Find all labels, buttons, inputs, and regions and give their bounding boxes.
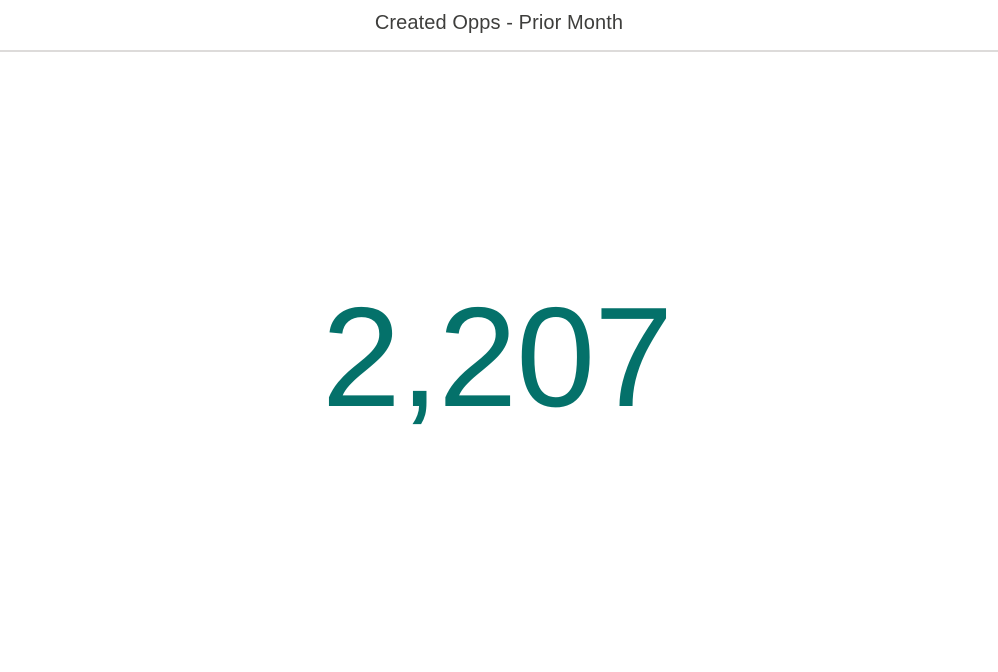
metric-widget: Created Opps - Prior Month 2,207 bbox=[0, 0, 998, 672]
widget-body: 2,207 bbox=[0, 52, 998, 672]
widget-header: Created Opps - Prior Month bbox=[0, 0, 998, 52]
widget-title: Created Opps - Prior Month bbox=[374, 11, 624, 34]
metric-value[interactable]: 2,207 bbox=[322, 287, 673, 429]
